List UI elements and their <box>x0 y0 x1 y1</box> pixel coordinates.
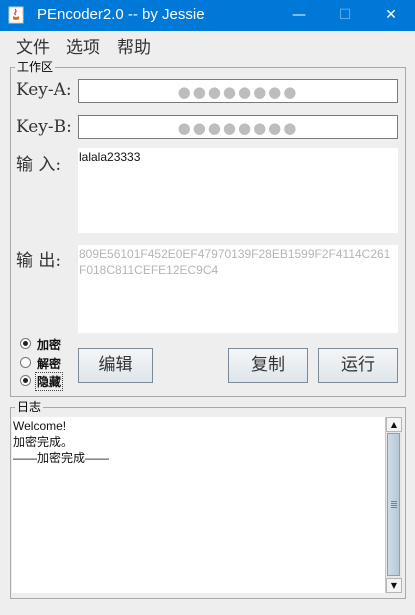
maximize-button[interactable]: ☐ <box>322 0 368 31</box>
radio-hide[interactable]: 隐藏 <box>20 372 70 391</box>
menu-help[interactable]: 帮助 <box>117 33 151 58</box>
output-textarea[interactable]: 809E56101F452E0EF47970139F28EB1599F2F411… <box>78 245 398 333</box>
log-line: Welcome! <box>13 419 67 433</box>
log-line: ——加密完成—— <box>13 451 110 465</box>
grip-line <box>391 501 397 502</box>
radio-selected-dot <box>23 341 28 346</box>
radio-hide-indicator[interactable] <box>20 375 31 386</box>
input-textarea[interactable]: lalala23333 <box>78 148 398 233</box>
run-button[interactable]: 运行 <box>318 348 398 383</box>
log-scrollbar[interactable]: ▲ ▼ <box>385 417 402 593</box>
radio-encrypt-label: 加密 <box>37 338 62 352</box>
scroll-down-icon[interactable]: ▼ <box>386 578 402 593</box>
scroll-thumb[interactable] <box>387 433 400 576</box>
close-button[interactable]: ✕ <box>368 0 414 31</box>
output-label: 输 出: <box>16 251 62 271</box>
radio-encrypt[interactable]: 加密 <box>20 337 70 353</box>
minimize-icon: — <box>292 7 306 23</box>
edit-button[interactable]: 编辑 <box>78 348 153 383</box>
input-label: 输 入: <box>16 155 62 175</box>
workspace-title: 工作区 <box>15 60 56 74</box>
grip-line <box>391 505 397 506</box>
log-line: 加密完成。 <box>13 435 74 449</box>
log-textarea[interactable]: Welcome! 加密完成。 ——加密完成—— <box>12 417 385 593</box>
radio-selected-dot <box>23 378 28 383</box>
radio-decrypt-indicator[interactable] <box>20 357 31 368</box>
radio-hide-label: 隐藏 <box>34 372 64 391</box>
menu-bar: 文件 选项 帮助 <box>0 31 415 58</box>
key-a-mask: ●●●●●●●● <box>177 83 299 101</box>
key-a-field[interactable]: ●●●●●●●● <box>78 79 398 103</box>
grip-line <box>391 503 397 504</box>
key-a-label: Key-A: <box>16 80 72 100</box>
title-bar: PEncoder2.0 -- by Jessie — ☐ ✕ <box>0 0 415 31</box>
log-title: 日志 <box>15 400 44 414</box>
java-app-icon <box>8 6 24 24</box>
grip-line <box>391 507 397 508</box>
radio-decrypt[interactable]: 解密 <box>20 356 70 372</box>
key-b-mask: ●●●●●●●● <box>177 119 299 137</box>
menu-file[interactable]: 文件 <box>16 33 50 58</box>
menu-options[interactable]: 选项 <box>66 33 100 58</box>
window-title: PEncoder2.0 -- by Jessie <box>37 6 205 23</box>
key-b-field[interactable]: ●●●●●●●● <box>78 115 398 139</box>
radio-encrypt-indicator[interactable] <box>20 338 31 349</box>
radio-decrypt-label: 解密 <box>37 357 62 371</box>
maximize-icon: ☐ <box>338 7 352 23</box>
key-b-label: Key-B: <box>16 117 72 137</box>
copy-button[interactable]: 复制 <box>228 348 308 383</box>
close-icon: ✕ <box>385 7 397 23</box>
minimize-button[interactable]: — <box>276 0 322 31</box>
scroll-up-icon[interactable]: ▲ <box>386 417 402 432</box>
